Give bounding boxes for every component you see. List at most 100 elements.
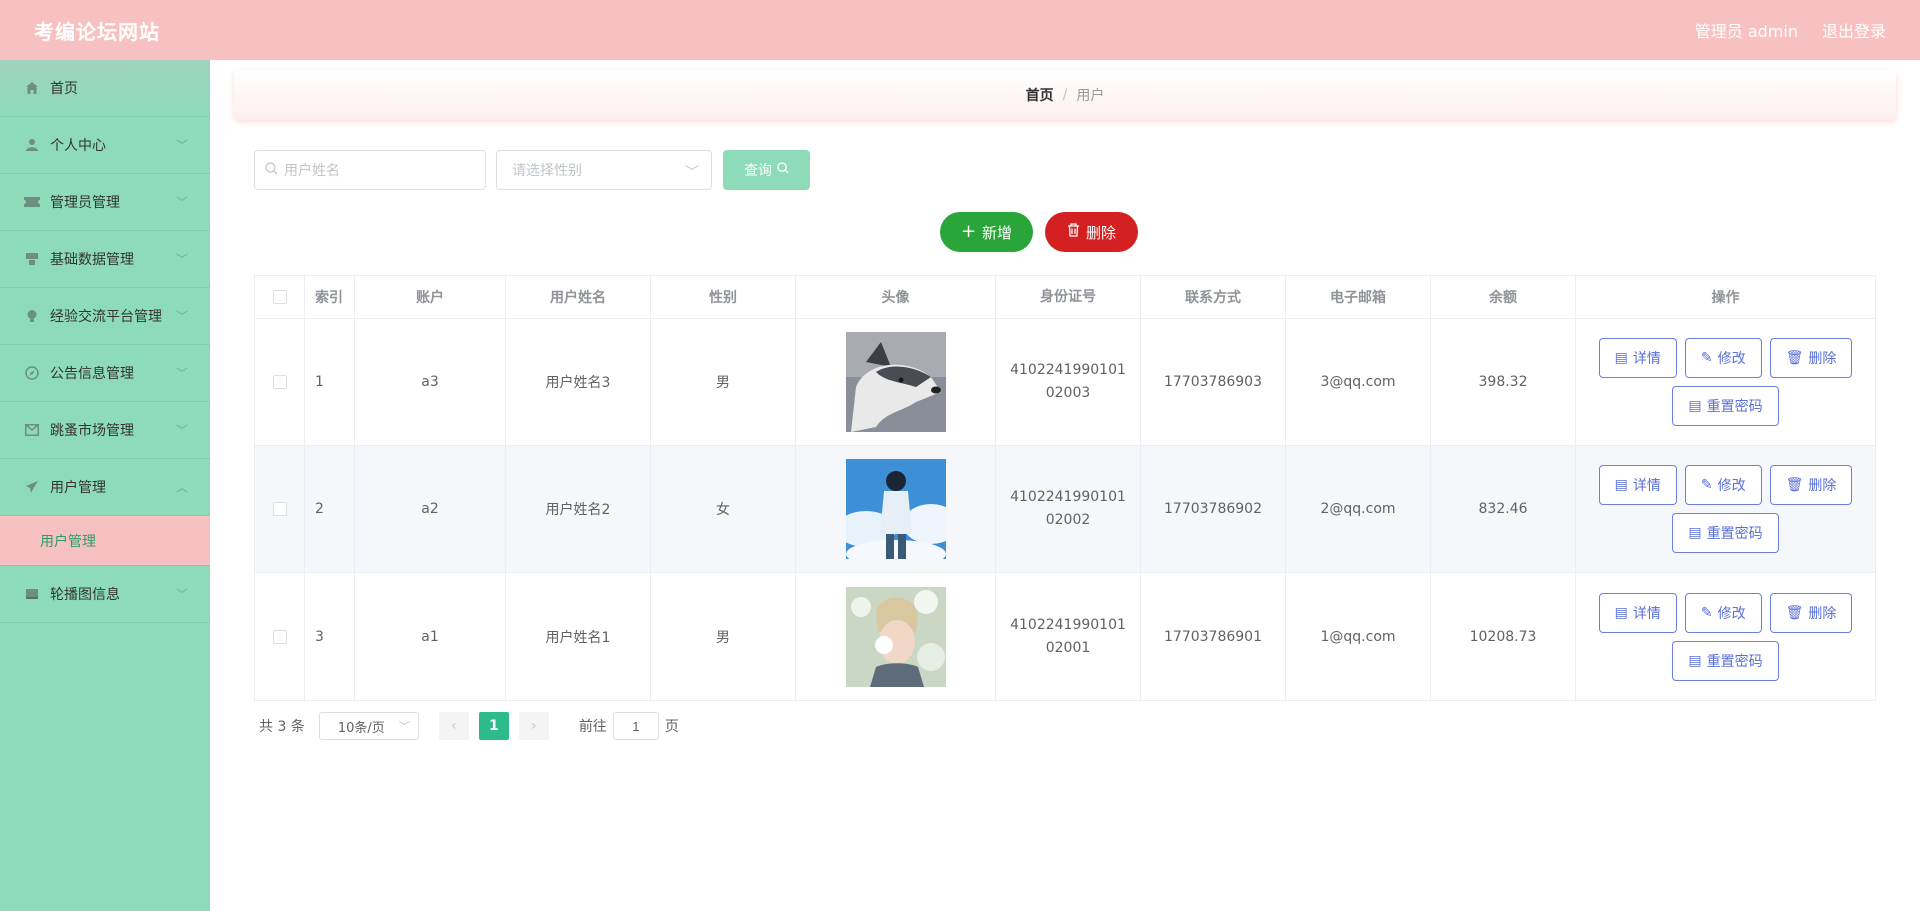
row-checkbox[interactable] — [272, 629, 287, 644]
batch-delete-button[interactable]: 删除 — [1045, 212, 1138, 252]
sidebar-item-notice[interactable]: 公告信息管理 ﹀ — [0, 345, 210, 402]
edit-label: 修改 — [1717, 478, 1746, 494]
sidebar-item-admin[interactable]: 管理员管理 ﹀ — [0, 174, 210, 231]
row-actions: ▤ 详情 ✎ 修改 🗑 删除 ▤ 重置密码 — [1576, 573, 1875, 700]
gender-select[interactable]: 请选择性别 ﹀ — [496, 150, 712, 190]
row-balance: 832.46 — [1431, 446, 1576, 572]
row-index: 2 — [305, 446, 355, 572]
book-icon — [24, 586, 40, 602]
table-row: 3 a1 用户姓名1 男 410224199010102001 17703786… — [255, 573, 1875, 700]
row-phone: 17703786903 — [1141, 319, 1286, 445]
row-id-card: 410224199010102003 — [996, 319, 1141, 445]
document-icon: ▤ — [1688, 652, 1702, 669]
column-header: 身份证号 — [996, 276, 1141, 318]
reset-password-button[interactable]: ▤ 重置密码 — [1672, 640, 1779, 681]
user-name-search[interactable] — [254, 150, 486, 190]
sidebar-item-carousel[interactable]: 轮播图信息 ﹀ — [0, 566, 210, 623]
goto-page-input[interactable] — [612, 712, 659, 740]
sidebar-item-profile[interactable]: 个人中心 ﹀ — [0, 117, 210, 174]
ticket-icon — [24, 194, 40, 210]
page-number[interactable]: 1 — [478, 712, 509, 740]
row-id-card: 410224199010102001 — [996, 573, 1141, 700]
page-size-select[interactable]: 10条/页 ﹀ — [318, 712, 419, 740]
sidebar-item-label: 管理员管理 — [50, 195, 120, 211]
admin-label: 管理员 admin — [1694, 22, 1798, 41]
user-table: 索引 账户 用户姓名 性别 头像 身份证号 联系方式 电子邮箱 余额 操作 1 … — [254, 275, 1876, 701]
page-size-value: 10条/页 — [337, 720, 385, 736]
row-name: 用户姓名1 — [506, 573, 651, 700]
detail-button[interactable]: ▤ 详情 — [1598, 592, 1677, 633]
breadcrumb-separator: / — [1062, 87, 1068, 103]
box-icon — [24, 251, 40, 267]
sidebar-item-market[interactable]: 跳蚤市场管理 ﹀ — [0, 402, 210, 459]
column-header: 性别 — [651, 276, 796, 318]
column-header: 用户姓名 — [506, 276, 651, 318]
top-header: 考编论坛网站 管理员 admin 退出登录 — [0, 0, 1920, 60]
edit-button[interactable]: ✎ 修改 — [1684, 338, 1762, 378]
detail-button[interactable]: ▤ 详情 — [1598, 465, 1677, 505]
delete-button[interactable]: 🗑 删除 — [1769, 338, 1853, 378]
delete-button[interactable]: 🗑 删除 — [1769, 592, 1853, 633]
edit-label: 修改 — [1717, 351, 1746, 367]
table-row: 1 a3 用户姓名3 男 410224199010102003 17703786… — [255, 319, 1875, 446]
breadcrumb-home[interactable]: 首页 — [1026, 85, 1054, 105]
add-button[interactable]: + 新增 — [940, 212, 1033, 252]
row-name: 用户姓名2 — [506, 446, 651, 572]
pencil-icon: ✎ — [1700, 350, 1713, 366]
row-gender: 女 — [651, 446, 796, 572]
user-name-input[interactable] — [284, 162, 474, 178]
sidebar-item-exchange[interactable]: 经验交流平台管理 ﹀ — [0, 288, 210, 345]
row-email: 2@qq.com — [1286, 446, 1431, 572]
prev-page-button[interactable]: ‹ — [438, 712, 469, 740]
chevron-right-icon: › — [531, 718, 537, 734]
row-checkbox[interactable] — [272, 502, 287, 516]
sidebar-item-label: 跳蚤市场管理 — [50, 423, 134, 439]
row-name: 用户姓名3 — [506, 319, 651, 445]
home-icon — [24, 80, 40, 96]
query-button[interactable]: 查询 — [723, 150, 810, 190]
plus-icon: + — [960, 221, 977, 242]
delete-label: 删除 — [1085, 223, 1116, 242]
sidebar-item-home[interactable]: 首页 — [0, 60, 210, 117]
edit-label: 修改 — [1717, 605, 1746, 622]
avatar-image[interactable] — [845, 459, 946, 559]
avatar-image[interactable] — [845, 586, 946, 687]
sidebar-item-label: 首页 — [50, 81, 78, 97]
logout-link[interactable]: 退出登录 — [1822, 18, 1886, 42]
breadcrumb: 首页 / 用户 — [234, 70, 1896, 120]
sidebar-item-users[interactable]: 用户管理 ︿ — [0, 459, 210, 516]
row-gender: 男 — [651, 573, 796, 700]
row-phone: 17703786902 — [1141, 446, 1286, 572]
pencil-icon: ✎ — [1700, 604, 1713, 621]
sidebar: 首页 个人中心 ﹀ 管理员管理 ﹀ 基础数据管理 ﹀ 经验交流平台管理 ﹀ 公告… — [0, 60, 210, 911]
avatar-image[interactable] — [845, 332, 946, 432]
reset-password-button[interactable]: ▤ 重置密码 — [1672, 386, 1779, 426]
trash-icon: 🗑 — [1785, 477, 1804, 493]
document-icon: ▤ — [1614, 604, 1628, 621]
sidebar-subitem-user-management[interactable]: 用户管理 — [0, 516, 210, 566]
next-page-button[interactable]: › — [518, 712, 549, 740]
row-balance: 10208.73 — [1431, 573, 1576, 700]
sidebar-item-label: 基础数据管理 — [50, 252, 134, 268]
detail-label: 详情 — [1632, 478, 1661, 494]
trash-icon — [1067, 223, 1080, 241]
delete-button[interactable]: 🗑 删除 — [1769, 465, 1853, 505]
page-suffix: 页 — [664, 719, 679, 735]
column-header: 余额 — [1431, 276, 1576, 318]
chevron-down-icon: ﹀ — [175, 309, 188, 324]
detail-label: 详情 — [1632, 605, 1661, 622]
mail-icon — [24, 422, 40, 438]
row-checkbox[interactable] — [272, 375, 287, 389]
document-icon: ▤ — [1614, 350, 1628, 366]
chevron-down-icon: ﹀ — [175, 252, 188, 267]
detail-button[interactable]: ▤ 详情 — [1598, 338, 1677, 378]
delete-label: 删除 — [1808, 605, 1837, 622]
total-count: 共 3 条 — [259, 719, 305, 735]
select-all-checkbox[interactable] — [272, 290, 287, 304]
column-header: 电子邮箱 — [1286, 276, 1431, 318]
edit-button[interactable]: ✎ 修改 — [1684, 592, 1762, 633]
reset-password-button[interactable]: ▤ 重置密码 — [1672, 513, 1779, 553]
edit-button[interactable]: ✎ 修改 — [1684, 465, 1762, 505]
goto-label: 前往 — [578, 719, 607, 735]
sidebar-item-basic-data[interactable]: 基础数据管理 ﹀ — [0, 231, 210, 288]
